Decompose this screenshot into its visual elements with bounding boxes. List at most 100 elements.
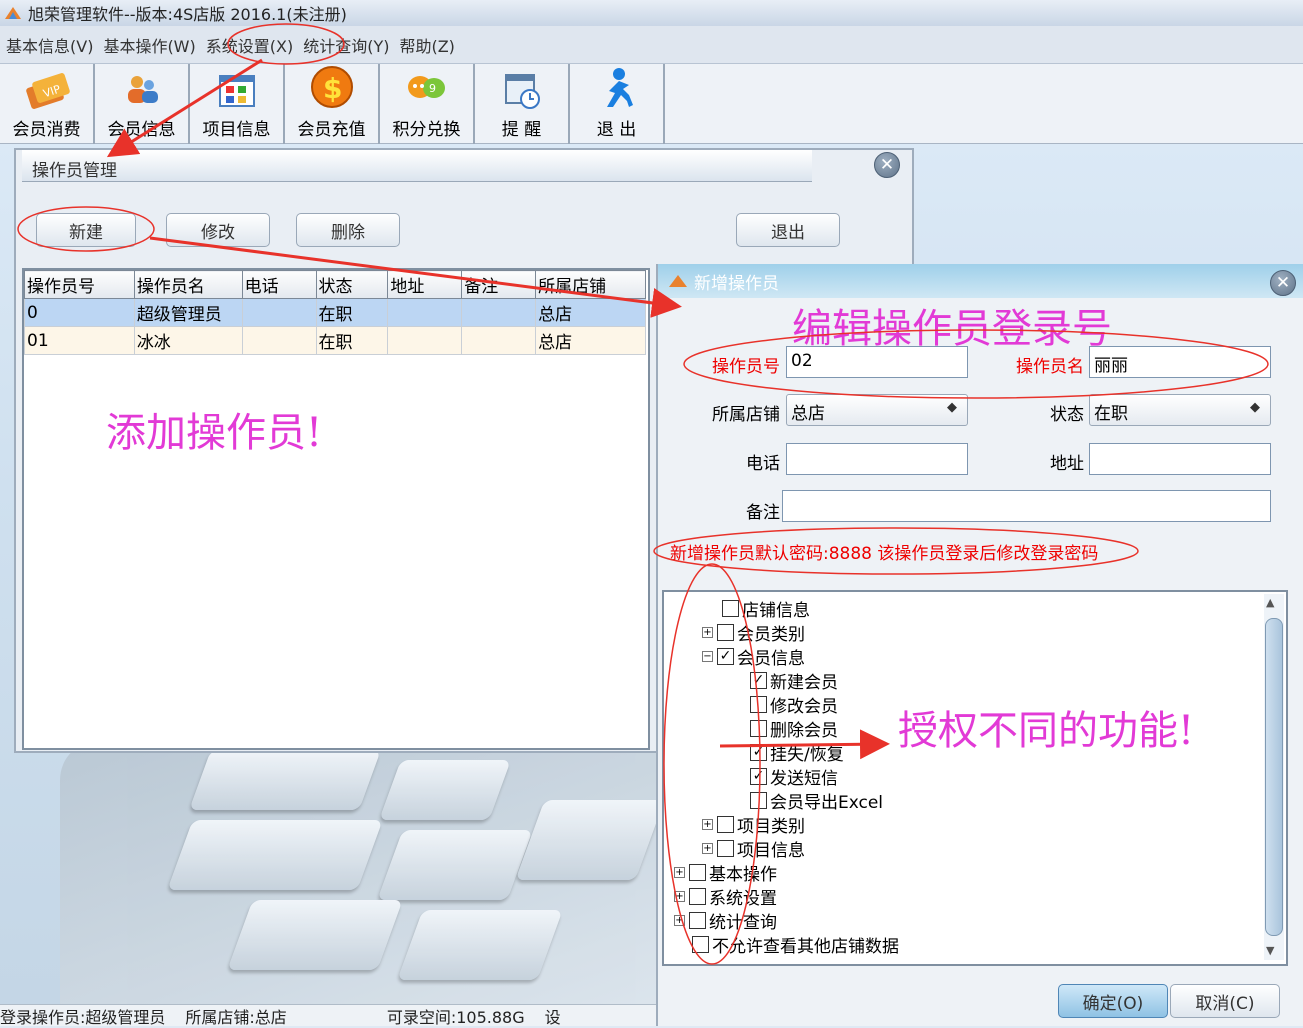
tree-item[interactable]: 删除会员: [750, 716, 838, 741]
checkbox[interactable]: [750, 695, 767, 713]
col-shop[interactable]: 所属店铺: [535, 270, 646, 299]
checkbox[interactable]: ✓: [750, 671, 767, 689]
scroll-up-icon[interactable]: ▲: [1266, 596, 1274, 609]
status-extra: 设: [544, 1007, 561, 1027]
cell: [241, 298, 317, 327]
cell: 总店: [535, 326, 646, 355]
toolbar-recharge-button[interactable]: $ 会员充值: [285, 64, 380, 144]
ok-button[interactable]: 确定(O): [1058, 984, 1168, 1018]
shop-select[interactable]: 总店 ◆: [786, 394, 968, 426]
checkbox[interactable]: [750, 791, 767, 809]
checkbox[interactable]: [692, 935, 709, 953]
tree-item[interactable]: + 项目类别: [702, 812, 805, 837]
menu-statistics[interactable]: 统计查询(Y): [303, 33, 389, 57]
collapse-icon[interactable]: −: [702, 650, 713, 662]
menu-help[interactable]: 帮助(Z): [399, 33, 454, 57]
expand-icon[interactable]: +: [702, 818, 713, 830]
operator-name-input[interactable]: 丽丽: [1089, 346, 1271, 378]
operator-manager-close-button[interactable]: ✕: [874, 152, 900, 178]
checkbox[interactable]: ✓: [750, 743, 767, 761]
cancel-button[interactable]: 取消(C): [1170, 984, 1280, 1018]
checkbox[interactable]: [750, 719, 767, 737]
edit-operator-button[interactable]: 修改: [166, 213, 270, 247]
status-operator: 登录操作员:超级管理员: [0, 1007, 166, 1027]
toolbar-member-consume-button[interactable]: VIP 会员消费: [0, 64, 95, 144]
cell: 在职: [315, 326, 389, 355]
scroll-thumb[interactable]: [1265, 618, 1283, 936]
col-remark[interactable]: 备注: [461, 270, 537, 299]
cell: 在职: [315, 298, 389, 327]
grid-icon: [218, 75, 255, 107]
tree-item-label: 系统设置: [709, 888, 777, 909]
status-select[interactable]: 在职 ◆: [1089, 394, 1271, 426]
cell: [461, 326, 537, 355]
window-title: 旭荣管理软件--版本:4S店版 2016.1(未注册): [28, 5, 347, 24]
checkbox[interactable]: ✓: [750, 767, 767, 785]
table-row[interactable]: 01 冰冰 在职 总店: [24, 326, 646, 355]
app-logo-icon: [669, 275, 687, 287]
svg-text:$: $: [323, 72, 342, 105]
scroll-down-icon[interactable]: ▼: [1266, 944, 1274, 957]
app-logo-icon: [5, 7, 21, 19]
annotation-edit-login: 编辑操作员登录号: [792, 306, 1112, 352]
toolbar-reminder-button[interactable]: 提 醒: [475, 64, 570, 144]
col-status[interactable]: 状态: [315, 270, 389, 299]
menu-basic-info[interactable]: 基本信息(V): [6, 33, 93, 57]
menu-system-settings[interactable]: 系统设置(X): [206, 33, 293, 57]
new-operator-button[interactable]: 新建: [36, 213, 136, 247]
phone-input[interactable]: [786, 443, 968, 475]
tree-item[interactable]: 不允许查看其他店铺数据: [692, 932, 899, 957]
cell: [387, 326, 463, 355]
col-operator-id[interactable]: 操作员号: [24, 270, 135, 299]
address-input[interactable]: [1089, 443, 1271, 475]
status-label: 状态: [1050, 405, 1084, 425]
checkbox[interactable]: [689, 863, 706, 881]
toolbar-points-button[interactable]: 9 积分兑换: [380, 64, 475, 144]
shop-label: 所属店铺: [712, 405, 780, 425]
toolbar-label: 项目信息: [202, 120, 271, 140]
checkbox[interactable]: [717, 815, 734, 833]
checkbox[interactable]: [689, 911, 706, 929]
expand-icon[interactable]: +: [674, 890, 685, 902]
tree-item[interactable]: + 会员类别: [702, 620, 805, 645]
expand-icon[interactable]: +: [702, 626, 713, 638]
tree-item[interactable]: ✓ 挂失/恢复: [750, 740, 844, 765]
delete-operator-button[interactable]: 删除: [296, 213, 400, 247]
tree-item[interactable]: ✓ 新建会员: [750, 668, 838, 693]
toolbar-member-info-button[interactable]: 会员信息: [95, 64, 190, 144]
exit-button[interactable]: 退出: [736, 213, 840, 247]
col-phone[interactable]: 电话: [241, 270, 317, 299]
tree-item[interactable]: − ✓ 会员信息: [702, 644, 805, 669]
remark-input[interactable]: [782, 490, 1271, 522]
checkbox[interactable]: ✓: [717, 647, 734, 665]
tree-item[interactable]: + 项目信息: [702, 836, 805, 861]
checkbox[interactable]: [722, 599, 739, 617]
tree-item[interactable]: + 系统设置: [674, 884, 777, 909]
cell: [387, 298, 463, 327]
checkbox[interactable]: [689, 887, 706, 905]
expand-icon[interactable]: +: [702, 842, 713, 854]
toolbar-project-info-button[interactable]: 项目信息: [190, 64, 285, 144]
col-address[interactable]: 地址: [387, 270, 463, 299]
toolbar-label: 会员充值: [297, 120, 366, 140]
tree-item-label: 基本操作: [709, 864, 777, 885]
checkbox[interactable]: [717, 623, 734, 641]
checkbox[interactable]: [717, 839, 734, 857]
tree-scrollbar[interactable]: ▲ ▼: [1264, 594, 1284, 960]
vip-card-icon: VIP: [25, 73, 70, 109]
tree-item[interactable]: + 基本操作: [674, 860, 777, 885]
tree-item[interactable]: 修改会员: [750, 692, 838, 717]
col-operator-name[interactable]: 操作员名: [133, 270, 243, 299]
tree-item[interactable]: ✓ 发送短信: [750, 764, 838, 789]
operator-manager-title: 操作员管理: [22, 150, 812, 182]
expand-icon[interactable]: +: [674, 914, 685, 926]
menu-basic-ops[interactable]: 基本操作(W): [103, 33, 195, 57]
tree-item-label: 会员信息: [737, 648, 805, 669]
table-row[interactable]: 0 超级管理员 在职 总店: [24, 298, 646, 327]
expand-icon[interactable]: +: [674, 866, 685, 878]
toolbar-exit-button[interactable]: 退 出: [570, 64, 665, 144]
tree-item[interactable]: 店铺信息: [722, 596, 810, 621]
tree-item[interactable]: + 统计查询: [674, 908, 777, 933]
dialog-close-button[interactable]: ✕: [1270, 270, 1296, 296]
tree-item[interactable]: 会员导出Excel: [750, 788, 883, 813]
